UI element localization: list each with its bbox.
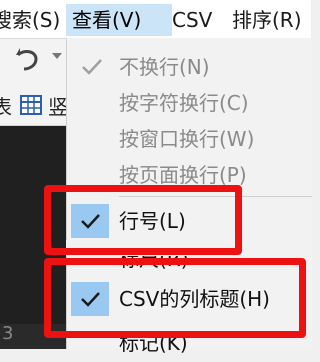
toolbar-secondary: 表 竖 (0, 87, 68, 126)
menu-item-label: 不换行(N) (119, 55, 210, 79)
toolbar (0, 39, 66, 87)
menu-csv[interactable]: CSV (172, 4, 212, 36)
menu-item-wrap-char[interactable]: 按字符换行(C) (67, 84, 312, 122)
undo-icon[interactable] (14, 45, 42, 73)
menu-item-wrap-window[interactable]: 按窗口换行(W) (67, 120, 312, 158)
highlight-box-line-numbers (44, 185, 242, 255)
menu-search[interactable]: 搜索(S) (0, 4, 60, 36)
menu-item-no-wrap[interactable]: 不换行(N) (67, 48, 312, 86)
highlight-box-csv-headers (44, 258, 306, 338)
menu-view[interactable]: 查看(V) (66, 4, 172, 36)
undo-dropdown-icon[interactable] (52, 53, 62, 59)
toolbar-text-left: 表 (0, 95, 12, 119)
menu-bar: 搜索(S) 查看(V) CSV 排序(R) (0, 0, 311, 39)
menu-item-label: 按字符换行(C) (119, 91, 249, 115)
menu-sort[interactable]: 排序(R) (232, 4, 302, 36)
check-icon (82, 59, 102, 75)
line-number: 3 (2, 323, 14, 344)
menu-item-label: 按窗口换行(W) (119, 127, 255, 151)
toolbar-text-right: 竖 (48, 95, 68, 119)
table-icon[interactable] (20, 95, 42, 115)
